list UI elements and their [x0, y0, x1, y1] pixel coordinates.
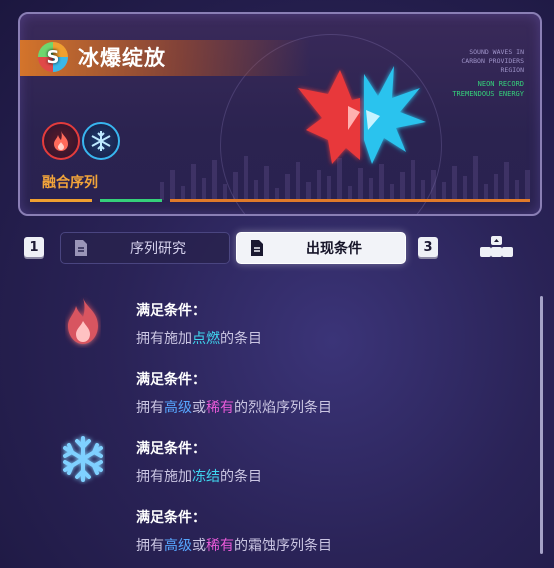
controller-buttons-icon[interactable] [480, 235, 514, 259]
condition-2: 满足条件： 拥有高级或稀有的烈焰序列条目 [136, 369, 332, 417]
condition-4: 满足条件： 拥有高级或稀有的霜蚀序列条目 [136, 507, 332, 555]
side-green-line-2: TREMENDOUS ENERGY [452, 90, 524, 98]
condition-heading: 满足条件： [136, 510, 206, 526]
side-line-1: SOUND WAVES IN [469, 48, 524, 56]
fire-icon [68, 298, 98, 344]
keyword-rare: 稀有 [206, 400, 234, 416]
tab-appearance-conditions[interactable]: 出现条件 [236, 232, 406, 264]
key-hint-left: 1 [24, 237, 44, 257]
key-hint-right: 3 [418, 237, 438, 257]
body-text: 的霜蚀序列条目 [234, 538, 332, 554]
condition-body: 拥有施加点燃的条目 [136, 328, 262, 348]
side-green-line-1: NEON RECORD [477, 80, 524, 88]
keyword-rare: 稀有 [206, 538, 234, 554]
condition-3: 满足条件： 拥有施加冻结的条目 [136, 438, 262, 486]
side-line-2: CARBON PROVIDERS [461, 57, 524, 65]
tab-sequence-research[interactable]: 序列研究 [60, 232, 230, 264]
document-icon [251, 240, 263, 256]
fire-element-icon [42, 122, 80, 160]
body-text: 的烈焰序列条目 [234, 400, 332, 416]
side-line-3: REGION [500, 66, 524, 74]
body-text: 拥有施加 [136, 469, 192, 485]
condition-body: 拥有高级或稀有的烈焰序列条目 [136, 397, 332, 417]
body-text: 的条目 [220, 469, 262, 485]
keyword-advanced: 高级 [164, 538, 192, 554]
keyword-freeze: 冻结 [192, 469, 220, 485]
sequence-card: S 冰爆绽放 SOUND WAVES IN CARBON PROVIDERS R… [18, 12, 542, 216]
body-text: 拥有 [136, 400, 164, 416]
fusion-elements [42, 122, 132, 160]
tab-bar: 1 序列研究 出现条件 3 [24, 232, 534, 264]
sequence-logo-icon: S [38, 42, 68, 72]
fusion-sequence-label: 融合序列 [42, 175, 98, 191]
card-title: 冰爆绽放 [78, 46, 166, 70]
sequence-progress [30, 199, 530, 202]
condition-heading: 满足条件： [136, 441, 206, 457]
tab-research-label: 序列研究 [130, 241, 186, 257]
ice-element-icon [82, 122, 120, 160]
keyword-ignite: 点燃 [192, 331, 220, 347]
condition-heading: 满足条件： [136, 303, 206, 319]
body-text: 拥有施加 [136, 331, 192, 347]
scrollbar[interactable] [540, 296, 543, 554]
condition-body: 拥有高级或稀有的霜蚀序列条目 [136, 535, 332, 555]
side-info-text: SOUND WAVES IN CARBON PROVIDERS REGION N… [452, 48, 524, 99]
condition-heading: 满足条件： [136, 372, 206, 388]
keyword-advanced: 高级 [164, 400, 192, 416]
body-text: 的条目 [220, 331, 262, 347]
ice-fire-emblem-icon [298, 66, 426, 164]
progress-segment-2 [100, 199, 162, 202]
body-text: 或 [192, 538, 206, 554]
condition-1: 满足条件： 拥有施加点燃的条目 [136, 300, 262, 348]
snowflake-icon [63, 436, 103, 482]
body-text: 拥有 [136, 538, 164, 554]
progress-segment-1 [30, 199, 92, 202]
condition-body: 拥有施加冻结的条目 [136, 466, 262, 486]
progress-segment-3 [170, 199, 530, 202]
tab-conditions-label: 出现条件 [306, 241, 362, 257]
body-text: 或 [192, 400, 206, 416]
document-icon [75, 240, 87, 256]
